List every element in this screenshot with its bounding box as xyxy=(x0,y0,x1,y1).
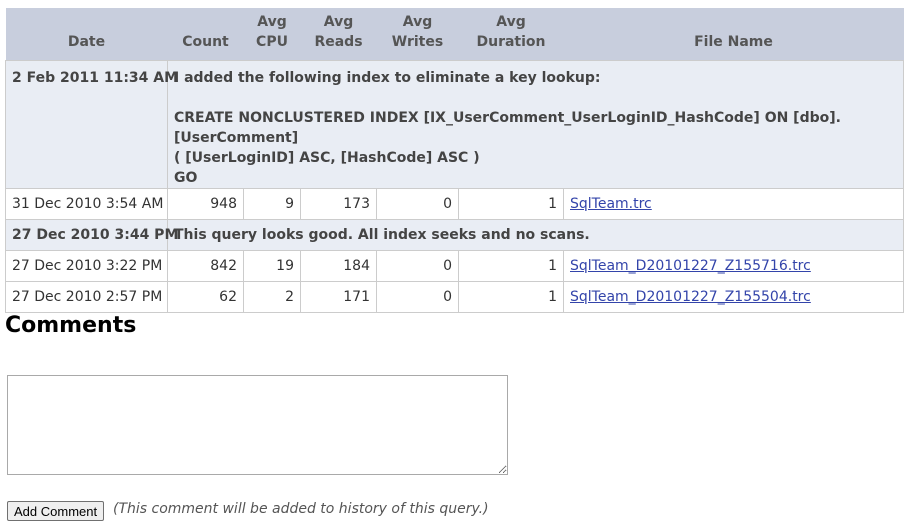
row-file-cell: SqlTeam.trc xyxy=(563,188,904,220)
row-avg-writes: 0 xyxy=(376,188,459,220)
header-file-name: File Name xyxy=(563,8,904,61)
row-avg-reads: 173 xyxy=(300,188,377,220)
row-avg-cpu: 9 xyxy=(243,188,301,220)
row-avg-writes: 0 xyxy=(376,281,459,313)
row-avg-duration: 1 xyxy=(458,281,564,313)
row-avg-reads: 184 xyxy=(300,250,377,282)
header-avg-writes: Avg Writes xyxy=(376,8,459,61)
header-avg-cpu: Avg CPU xyxy=(243,8,301,61)
row-avg-cpu: 2 xyxy=(243,281,301,313)
header-date: Date xyxy=(5,8,168,61)
table-row: 31 Dec 2010 3:54 AM 948 9 173 0 1 SqlTea… xyxy=(5,188,904,220)
file-link[interactable]: SqlTeam_D20101227_Z155716.trc xyxy=(570,258,811,274)
header-avg-reads: Avg Reads xyxy=(300,8,377,61)
note-text: This query looks good. All index seeks a… xyxy=(167,219,904,251)
note-row: 2 Feb 2011 11:34 AM I added the followin… xyxy=(5,60,904,189)
row-date: 31 Dec 2010 3:54 AM xyxy=(5,188,168,220)
row-date: 27 Dec 2010 2:57 PM xyxy=(5,281,168,313)
file-link[interactable]: SqlTeam.trc xyxy=(570,196,652,212)
row-avg-cpu: 19 xyxy=(243,250,301,282)
row-file-cell: SqlTeam_D20101227_Z155504.trc xyxy=(563,281,904,313)
note-text: I added the following index to eliminate… xyxy=(167,60,904,189)
table-row: 27 Dec 2010 2:57 PM 62 2 171 0 1 SqlTeam… xyxy=(5,281,904,313)
row-avg-reads: 171 xyxy=(300,281,377,313)
row-file-cell: SqlTeam_D20101227_Z155716.trc xyxy=(563,250,904,282)
header-count: Count xyxy=(167,8,244,61)
add-comment-button[interactable]: Add Comment xyxy=(7,501,105,521)
row-count: 948 xyxy=(167,188,244,220)
row-avg-writes: 0 xyxy=(376,250,459,282)
row-date: 27 Dec 2010 3:22 PM xyxy=(5,250,168,282)
table-row: 27 Dec 2010 3:22 PM 842 19 184 0 1 SqlTe… xyxy=(5,250,904,282)
query-history-table: Date Count Avg CPU Avg Reads Avg Writes Avg… xyxy=(5,8,904,313)
comment-textarea[interactable] xyxy=(7,375,508,475)
note-row: 27 Dec 2010 3:44 PM This query looks goo… xyxy=(5,219,904,251)
note-date: 2 Feb 2011 11:34 AM xyxy=(5,60,178,189)
row-avg-duration: 1 xyxy=(458,188,564,220)
table-header-row: Date Count Avg CPU Avg Reads Avg Writes Avg… xyxy=(5,8,904,61)
comments-heading: Comments xyxy=(5,313,137,338)
note-date: 27 Dec 2010 3:44 PM xyxy=(5,219,178,251)
row-avg-duration: 1 xyxy=(458,250,564,282)
file-link[interactable]: SqlTeam_D20101227_Z155504.trc xyxy=(570,289,811,305)
row-count: 62 xyxy=(167,281,244,313)
row-count: 842 xyxy=(167,250,244,282)
comment-hint: (This comment will be added to history o… xyxy=(113,501,489,517)
header-avg-duration: Avg Duration xyxy=(458,8,564,61)
